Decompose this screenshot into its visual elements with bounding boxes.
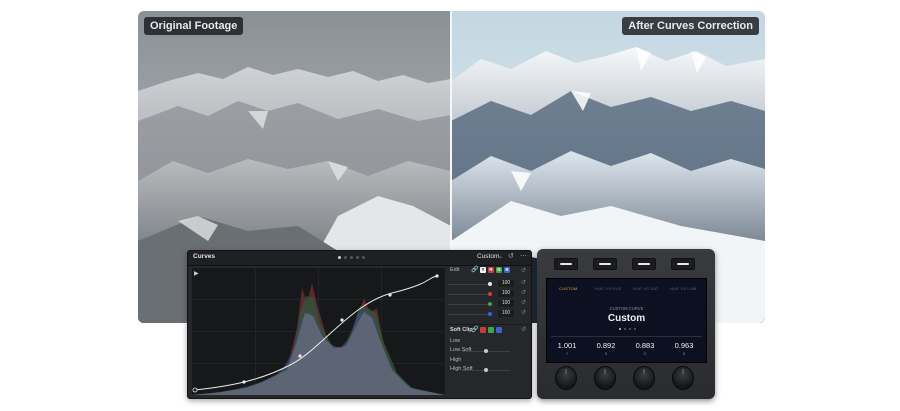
curves-graph[interactable] xyxy=(192,268,445,395)
edit-label: Edit xyxy=(450,267,460,273)
channel-y-toggle[interactable]: Y xyxy=(480,267,486,273)
value-y: 1.001 xyxy=(557,341,577,350)
knob-b[interactable] xyxy=(672,366,694,390)
chevron-down-icon[interactable]: ⌄ xyxy=(498,253,503,260)
intensity-value-g[interactable]: 100 xyxy=(498,300,514,307)
reset-icon[interactable]: ↺ xyxy=(521,279,526,286)
link-icon[interactable]: 🔗 xyxy=(471,326,478,333)
value-r-caption: R xyxy=(604,352,608,356)
intensity-value-b[interactable]: 100 xyxy=(498,310,514,317)
curves-header: Curves Custom ⌄ ↺ ⋯ xyxy=(188,251,531,266)
low-label: Low xyxy=(450,338,461,344)
divider xyxy=(448,324,530,325)
after-correction-label: After Curves Correction xyxy=(622,17,759,35)
softclip-r-toggle[interactable] xyxy=(480,327,486,333)
low-soft-label: Low Soft xyxy=(450,347,472,353)
screen-divider xyxy=(551,336,702,337)
intensity-slider-r[interactable] xyxy=(488,292,492,296)
softclip-b-toggle[interactable] xyxy=(496,327,502,333)
screen-tab-hue-vs-lum[interactable]: HUE VS LUM xyxy=(670,286,696,291)
screen-page-dots xyxy=(619,328,636,330)
device-lcd-screen: CUSTOM HUE VS HUE HUE VS SAT HUE VS LUM … xyxy=(546,278,707,363)
reset-icon[interactable]: ↺ xyxy=(521,299,526,306)
channel-b-toggle[interactable]: B xyxy=(504,267,510,273)
intensity-value-y[interactable]: 100 xyxy=(498,280,514,287)
intensity-value-r[interactable]: 100 xyxy=(498,290,514,297)
channel-r-toggle[interactable]: R xyxy=(488,267,494,273)
intensity-slider-y[interactable] xyxy=(488,282,492,286)
soft-key-1[interactable] xyxy=(554,258,578,270)
intensity-slider-g[interactable] xyxy=(488,302,492,306)
high-soft-knob[interactable] xyxy=(484,368,488,372)
intensity-slider-b[interactable] xyxy=(488,312,492,316)
soft-key-3[interactable] xyxy=(632,258,656,270)
more-options-icon[interactable]: ⋯ xyxy=(520,252,527,260)
screen-subtitle: CUSTOM CURVE xyxy=(609,306,644,311)
reset-icon[interactable]: ↺ xyxy=(521,309,526,316)
reset-icon[interactable]: ↺ xyxy=(521,326,526,333)
knob-y[interactable] xyxy=(555,366,577,390)
curves-title: Curves xyxy=(193,253,216,260)
screen-tab-hue-vs-sat[interactable]: HUE VS SAT xyxy=(633,286,659,291)
soft-key-4[interactable] xyxy=(671,258,695,270)
screen-tab-custom[interactable]: CUSTOM xyxy=(559,286,577,291)
curves-page-dots[interactable] xyxy=(338,256,365,259)
original-footage-label: Original Footage xyxy=(144,17,244,35)
soft-key-2[interactable] xyxy=(593,258,617,270)
value-r: 0.892 xyxy=(596,341,616,350)
screen-tab-hue-vs-hue[interactable]: HUE VS HUE xyxy=(595,286,621,291)
value-g: 0.883 xyxy=(635,341,655,350)
soft-clip-label: Soft Clip xyxy=(450,327,473,333)
color-control-panel-device: CUSTOM HUE VS HUE HUE VS SAT HUE VS LUM … xyxy=(537,249,715,399)
value-b-caption: B xyxy=(682,352,686,356)
high-label: High xyxy=(450,357,462,363)
curves-panel: Curves Custom ⌄ ↺ ⋯ ▶ Edit 🔗 Y R G B ↺ 1… xyxy=(187,250,532,399)
reset-icon[interactable]: ↺ xyxy=(521,267,526,274)
play-icon[interactable]: ▶ xyxy=(194,270,199,277)
high-soft-label: High Soft xyxy=(450,366,473,372)
screen-preset-name: Custom xyxy=(607,313,646,324)
curves-preset-dropdown[interactable]: Custom xyxy=(477,253,499,260)
channel-g-toggle[interactable]: G xyxy=(496,267,502,273)
low-soft-knob[interactable] xyxy=(484,349,488,353)
value-b: 0.963 xyxy=(674,341,694,350)
softclip-g-toggle[interactable] xyxy=(488,327,494,333)
link-icon[interactable]: 🔗 xyxy=(471,266,478,273)
reset-icon[interactable]: ↺ xyxy=(521,289,526,296)
reset-icon[interactable]: ↺ xyxy=(508,252,514,260)
value-y-caption: Y xyxy=(565,352,569,356)
value-g-caption: G xyxy=(643,352,647,356)
curves-controls: Edit 🔗 Y R G B ↺ 100 ↺ 100 ↺ 100 ↺ 100 ↺… xyxy=(448,266,530,396)
knob-g[interactable] xyxy=(633,366,655,390)
knob-r[interactable] xyxy=(594,366,616,390)
